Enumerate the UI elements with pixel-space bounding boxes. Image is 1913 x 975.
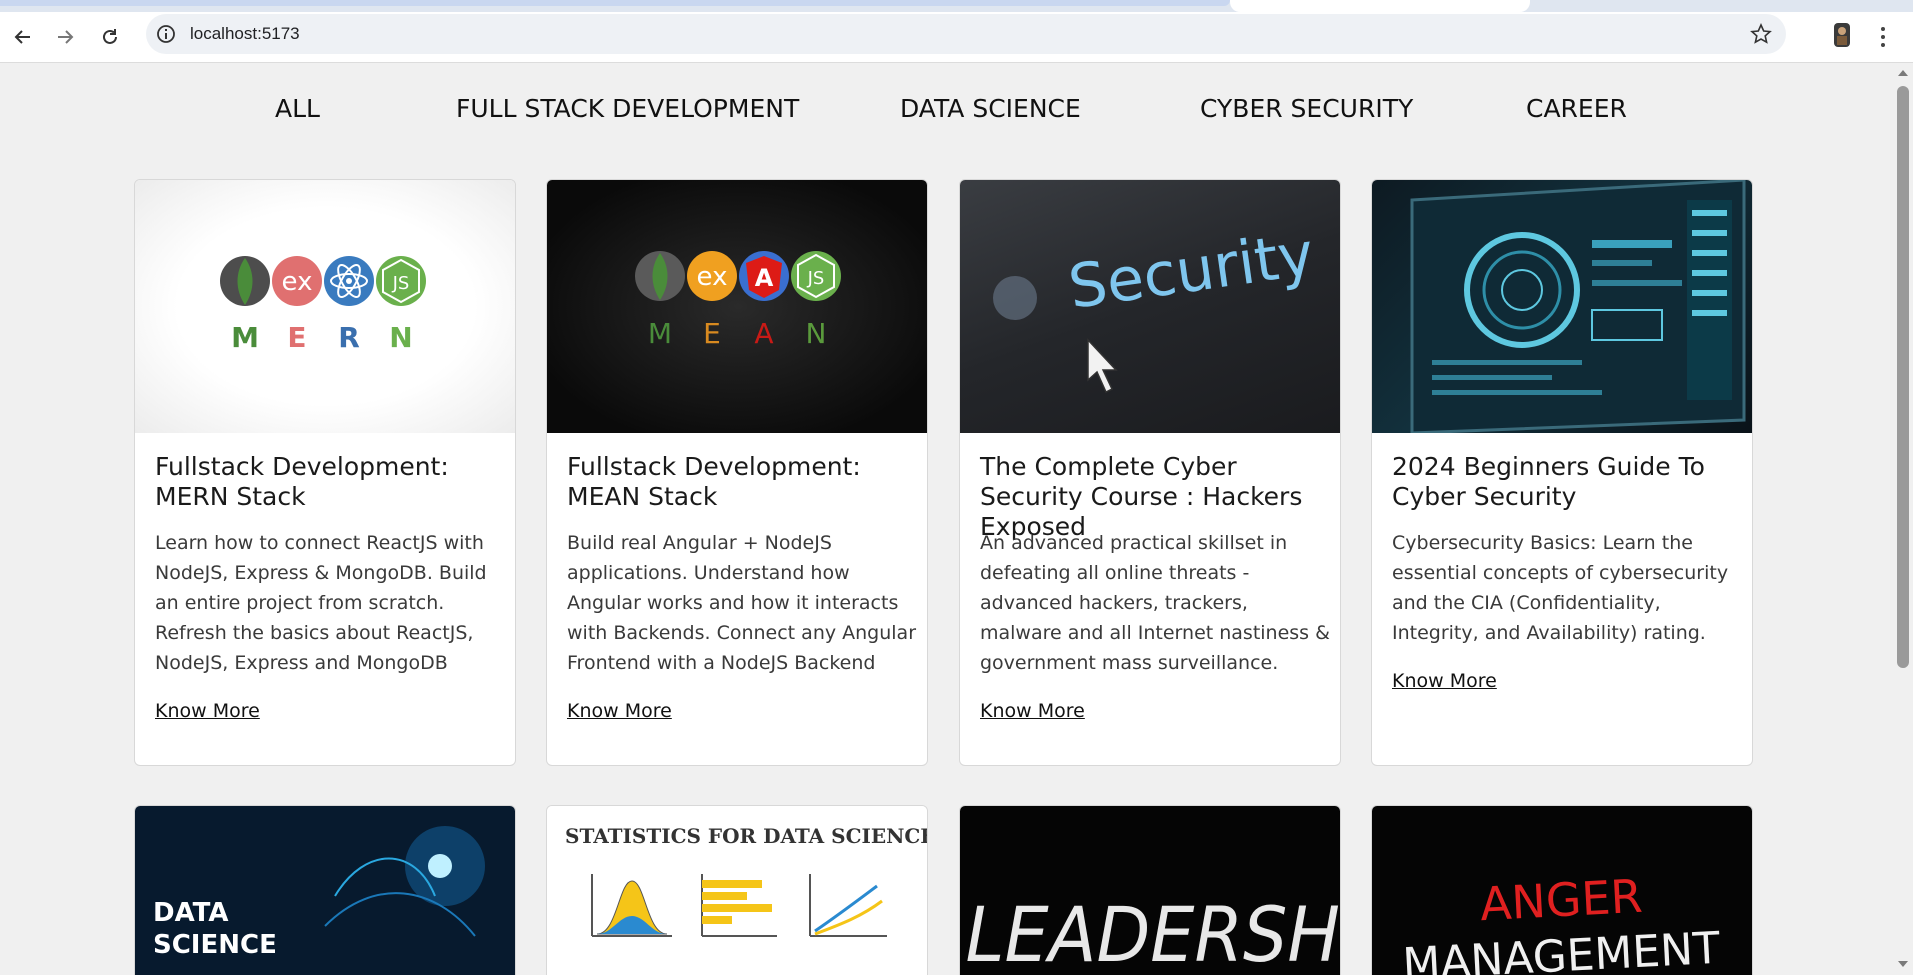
- category-cyber-security[interactable]: CYBER SECURITY: [1200, 94, 1413, 123]
- site-info-icon[interactable]: [156, 24, 176, 44]
- forward-button[interactable]: [50, 22, 80, 52]
- hand-cursor-icon: [1087, 338, 1118, 394]
- category-data-science[interactable]: DATA SCIENCE: [900, 94, 1081, 123]
- course-description: Learn how to connect ReactJS with NodeJS…: [155, 532, 487, 674]
- category-career[interactable]: CAREER: [1526, 94, 1627, 123]
- anger-management-image: ANGER MANAGEMENT: [1372, 806, 1752, 975]
- node-logo-text: JS: [392, 273, 410, 294]
- avatar-icon: [1834, 23, 1850, 47]
- image-caption-line: ANGER: [1479, 869, 1644, 931]
- statistics-image: STATISTICS FOR DATA SCIENCE: [547, 806, 928, 975]
- monitor-photo-image: [1410, 180, 1746, 433]
- security-photo-image: Security: [993, 219, 1318, 394]
- express-logo-text: ex: [282, 267, 313, 297]
- address-bar[interactable]: localhost:5173: [146, 14, 1786, 54]
- scroll-up-arrow-icon[interactable]: [1898, 70, 1908, 76]
- course-description: An advanced practical skillset in defeat…: [980, 532, 1330, 674]
- node-logo-text: JS: [807, 268, 825, 289]
- url-text[interactable]: localhost:5173: [190, 24, 300, 44]
- know-more-link[interactable]: Know More: [155, 700, 260, 722]
- course-thumbnail: [1372, 180, 1752, 433]
- menu-dot-icon: [1881, 35, 1885, 39]
- course-card: STATISTICS FOR DATA SCIENCE: [546, 805, 928, 975]
- menu-dot-icon: [1881, 43, 1885, 47]
- know-more-link[interactable]: Know More: [1392, 670, 1497, 692]
- course-title: Fullstack Development: MEAN Stack: [567, 452, 861, 511]
- image-caption: LEADERSHIP: [966, 891, 1341, 975]
- mern-letter: R: [338, 321, 360, 354]
- page-scrollbar[interactable]: [1893, 64, 1913, 975]
- course-card: DATA SCIENCE: [134, 805, 516, 975]
- course-description: Cybersecurity Basics: Learn the essentia…: [1392, 532, 1729, 644]
- image-caption: STATISTICS FOR DATA SCIENCE: [565, 824, 928, 848]
- browser-toolbar: localhost:5173: [0, 12, 1913, 63]
- security-word: Security: [1064, 219, 1318, 323]
- course-description: Build real Angular + NodeJS applications…: [567, 532, 917, 674]
- course-card: ex A JS M E A N Fullstack Development: M…: [546, 179, 928, 766]
- know-more-link[interactable]: Know More: [980, 700, 1085, 722]
- course-title: Fullstack Development: MERN Stack: [155, 452, 449, 511]
- reload-icon: [103, 29, 117, 44]
- scroll-down-arrow-icon[interactable]: [1898, 961, 1908, 967]
- mern-letter: E: [287, 321, 306, 354]
- mean-letter: E: [703, 317, 721, 350]
- course-card: 2024 Beginners Guide To Cyber Security C…: [1371, 179, 1753, 766]
- reload-button[interactable]: [95, 22, 125, 52]
- course-title: 2024 Beginners Guide To Cyber Security: [1392, 452, 1705, 511]
- category-all[interactable]: ALL: [275, 94, 320, 123]
- active-tab[interactable]: [1230, 0, 1530, 12]
- tab-strip: [0, 0, 1913, 12]
- express-logo-text: ex: [697, 262, 728, 292]
- course-thumbnail: Security: [960, 180, 1340, 433]
- bookmark-star-icon[interactable]: [1750, 23, 1772, 45]
- angular-logo-text: A: [755, 264, 774, 292]
- leadership-image: LEADERSHIP: [960, 806, 1341, 975]
- back-button[interactable]: [8, 22, 38, 52]
- data-science-image: DATA SCIENCE: [135, 806, 515, 975]
- category-nav: ALL FULL STACK DEVELOPMENT DATA SCIENCE …: [0, 94, 1893, 134]
- course-thumbnail: ex A JS M E A N: [547, 180, 927, 433]
- course-thumbnail: ex JS M E R N: [135, 180, 515, 433]
- know-more-link[interactable]: Know More: [567, 700, 672, 722]
- browser-menu-button[interactable]: [1876, 22, 1890, 52]
- image-caption-line: SCIENCE: [153, 930, 277, 960]
- category-full-stack[interactable]: FULL STACK DEVELOPMENT: [456, 94, 799, 123]
- tab-strip-background: [0, 0, 1230, 6]
- mern-logo-image: ex JS M E R N: [220, 256, 426, 354]
- profile-avatar[interactable]: [1830, 20, 1854, 50]
- forward-arrow-icon: [58, 30, 74, 44]
- course-card: LEADERSHIP: [959, 805, 1341, 975]
- course-card: Security The Complete Cyber Security Cou…: [959, 179, 1341, 766]
- mean-letter: M: [648, 317, 672, 350]
- scrollbar-thumb[interactable]: [1897, 86, 1909, 668]
- mean-letter: N: [806, 317, 827, 350]
- mean-letter: A: [754, 317, 773, 350]
- mean-logo-image: ex A JS M E A N: [635, 251, 841, 350]
- mern-letter: N: [389, 321, 412, 354]
- page-content: ALL FULL STACK DEVELOPMENT DATA SCIENCE …: [0, 64, 1893, 975]
- course-card: ANGER MANAGEMENT: [1371, 805, 1753, 975]
- back-arrow-icon: [14, 30, 30, 44]
- course-card: ex JS M E R N Fullstack Development: MER…: [134, 179, 516, 766]
- image-caption-line: DATA: [153, 898, 229, 928]
- mern-letter: M: [231, 321, 259, 354]
- menu-dot-icon: [1881, 27, 1885, 31]
